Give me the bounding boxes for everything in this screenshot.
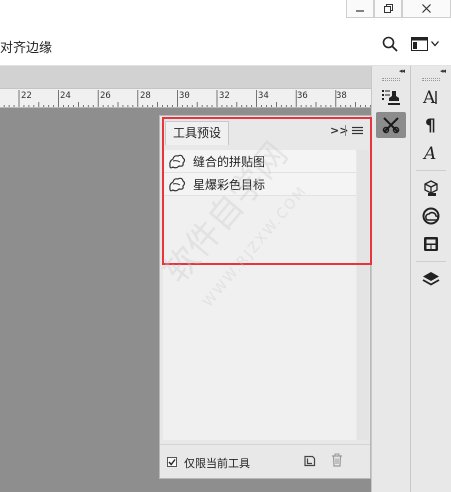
align-edges-label[interactable]: 对齐边缘 bbox=[0, 37, 52, 56]
character-icon: A bbox=[422, 88, 437, 106]
list-item[interactable]: 星爆彩色目标 bbox=[163, 173, 356, 196]
ruler-label: 32 bbox=[219, 91, 230, 101]
dock-grip[interactable] bbox=[382, 78, 400, 81]
workspace-icon bbox=[411, 37, 428, 51]
properties-stamp-icon bbox=[382, 90, 400, 105]
panel-dock-1: ◂◂ bbox=[371, 66, 411, 492]
ruler-label: 38 bbox=[336, 91, 347, 101]
ruler-label: 26 bbox=[100, 91, 111, 101]
current-tool-only-checkbox[interactable] bbox=[167, 457, 177, 467]
character-panel-button[interactable]: A bbox=[416, 84, 446, 110]
close-button[interactable] bbox=[402, 0, 451, 18]
tool-presets-panel: 工具预设 >> 缝合的拼贴图 星爆彩色目标 仅限当前工具 bbox=[159, 115, 371, 479]
tab-tool-presets[interactable]: 工具预设 bbox=[165, 121, 229, 145]
new-preset-icon bbox=[304, 455, 316, 467]
preset-list: 缝合的拼贴图 星爆彩色目标 bbox=[163, 150, 356, 440]
svg-text:A: A bbox=[422, 144, 436, 162]
dock-grip[interactable] bbox=[422, 78, 440, 81]
libraries-panel-button[interactable] bbox=[416, 203, 446, 229]
close-icon bbox=[422, 4, 431, 13]
glyphs-icon: A bbox=[422, 144, 436, 162]
checkmark-icon bbox=[168, 459, 176, 466]
panel-footer: 仅限当前工具 bbox=[160, 444, 370, 478]
hamburger-menu-icon bbox=[352, 126, 363, 135]
trash-icon bbox=[332, 453, 342, 467]
tool-presets-panel-button[interactable] bbox=[376, 112, 406, 138]
navigator-icon bbox=[424, 237, 438, 251]
panel-dock-2: ◂◂ A ¶ A bbox=[411, 66, 451, 492]
minimize-icon bbox=[356, 9, 364, 12]
restore-button[interactable] bbox=[374, 0, 402, 18]
svg-text:A: A bbox=[422, 88, 436, 106]
layers-icon bbox=[422, 272, 440, 286]
list-item[interactable]: 缝合的拼贴图 bbox=[163, 150, 356, 173]
creative-cloud-libraries-icon bbox=[422, 207, 440, 225]
horizontal-ruler: 22 24 26 28 30 32 34 36 38 bbox=[0, 89, 371, 108]
search-icon bbox=[382, 36, 398, 52]
paragraph-panel-button[interactable]: ¶ bbox=[416, 112, 446, 138]
paragraph-icon: ¶ bbox=[425, 116, 436, 134]
collapse-dock-button[interactable]: ◂◂ bbox=[372, 66, 410, 75]
ruler-label: 22 bbox=[21, 91, 32, 101]
preset-list-scrollbar[interactable] bbox=[357, 150, 369, 440]
preset-tool-icon bbox=[169, 177, 186, 192]
layers-panel-button[interactable] bbox=[416, 266, 446, 292]
3d-panel-button[interactable] bbox=[416, 175, 446, 201]
tool-presets-icon bbox=[382, 117, 400, 134]
collapse-dock-button[interactable]: ◂◂ bbox=[411, 66, 451, 75]
preset-label: 缝合的拼贴图 bbox=[193, 154, 266, 169]
options-bar: 对齐边缘 bbox=[0, 22, 451, 66]
header-divider bbox=[345, 125, 346, 136]
preset-tool-icon bbox=[169, 154, 186, 169]
ruler-label: 34 bbox=[258, 91, 269, 101]
panel-menu-button[interactable] bbox=[352, 125, 363, 139]
navigator-panel-button[interactable] bbox=[416, 231, 446, 257]
workspace-view-button[interactable] bbox=[411, 37, 439, 51]
ruler-label: 24 bbox=[60, 91, 71, 101]
svg-text:¶: ¶ bbox=[425, 116, 436, 134]
panel-header: 工具预设 >> bbox=[160, 116, 370, 145]
new-preset-button[interactable] bbox=[303, 454, 316, 470]
dock-separator bbox=[416, 261, 446, 262]
dock-separator bbox=[416, 170, 446, 171]
3d-icon bbox=[424, 180, 438, 196]
restore-icon bbox=[383, 4, 393, 13]
ruler-label: 30 bbox=[179, 91, 190, 101]
search-button[interactable] bbox=[382, 36, 398, 55]
ruler-label: 28 bbox=[140, 91, 151, 101]
current-tool-only-label[interactable]: 仅限当前工具 bbox=[184, 455, 250, 471]
glyphs-panel-button[interactable]: A bbox=[416, 140, 446, 166]
properties-panel-button[interactable] bbox=[376, 84, 406, 110]
delete-preset-button[interactable] bbox=[331, 453, 343, 470]
chevron-down-icon bbox=[431, 41, 439, 47]
ruler-label: 36 bbox=[297, 91, 308, 101]
title-bar bbox=[0, 0, 451, 22]
minimize-button[interactable] bbox=[346, 0, 374, 18]
preset-label: 星爆彩色目标 bbox=[193, 177, 266, 192]
document-tab-bar bbox=[0, 66, 371, 89]
